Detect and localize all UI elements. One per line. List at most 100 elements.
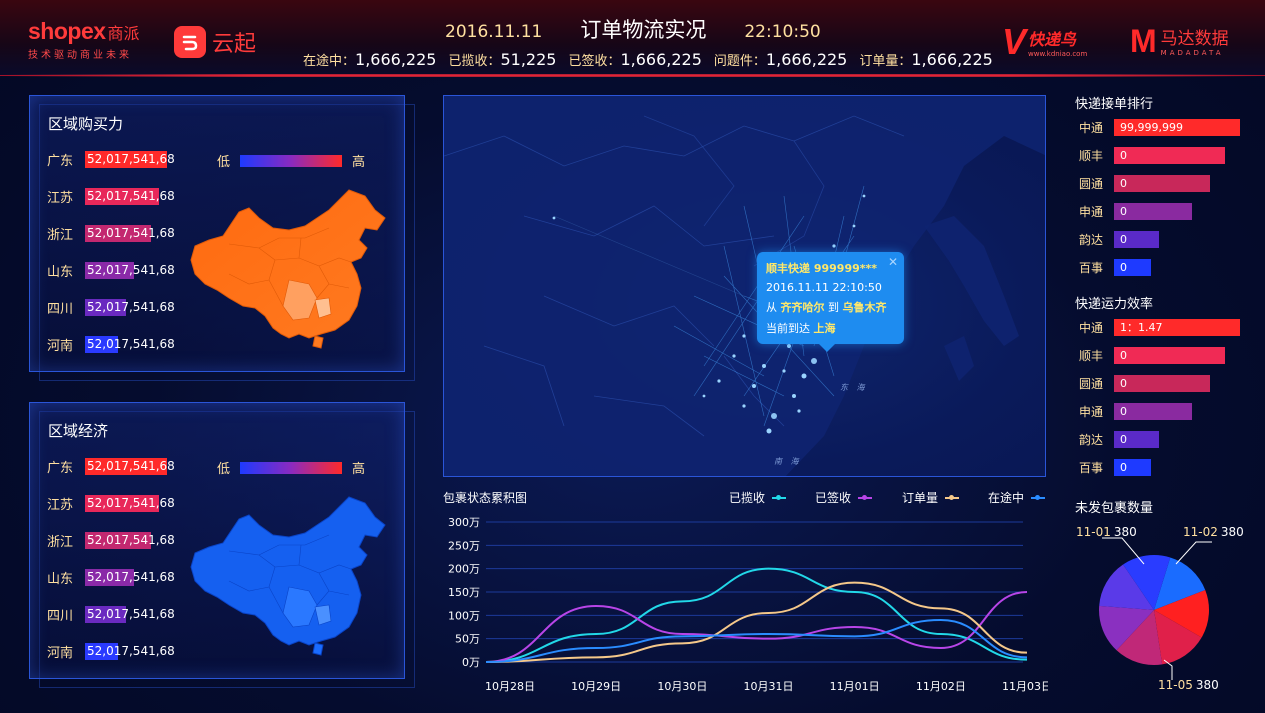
courier-row[interactable]: 顺丰 0 [1079, 347, 1225, 364]
courier-row[interactable]: 申通 0 [1079, 403, 1192, 420]
province-name: 广东 [47, 154, 74, 169]
province-bar: 52,017,541,68 [85, 336, 175, 353]
purchase-legend: 低 高 [217, 154, 366, 170]
courier-row[interactable]: 百事 0 [1079, 459, 1151, 476]
province-rank-row[interactable]: 四川 52,017,541,68 [47, 299, 175, 317]
x-tick-label: 10月28日 [485, 680, 535, 693]
kdniao-logo-icon: V [1002, 21, 1027, 62]
courier-row[interactable]: 顺丰 0 [1079, 147, 1225, 164]
province-name: 四川 [47, 302, 74, 317]
province-rank-row[interactable]: 浙江 52,017,541,68 [47, 532, 175, 550]
stat-orders: 订单量：1,666,225 [859, 50, 993, 69]
legend-item[interactable]: 在途中 [988, 489, 1046, 506]
legend-swatch [858, 494, 873, 500]
courier-bar: 0 [1114, 403, 1192, 420]
province-value: 52,017,541,68 [87, 300, 175, 314]
pie-label: 11-02 380 [1183, 525, 1244, 539]
province-bar: 52,017,541,68 [85, 299, 175, 316]
kdniao-logo: V 快递鸟 www.kdniao.com [1002, 21, 1088, 62]
province-value: 52,017,541,68 [87, 570, 175, 584]
province-rank-row[interactable]: 江苏 52,017,541,68 [47, 495, 175, 513]
shopex-slogan: 技术驱动商业未来 [28, 50, 132, 61]
courier-row[interactable]: 中通 1：1.47 [1079, 319, 1240, 336]
y-tick-label: 250万 [448, 539, 480, 552]
province-bar: 52,017,541,68 [85, 569, 175, 586]
legend-swatch [772, 494, 787, 500]
province-bar: 52,017,541,68 [85, 225, 175, 242]
legend-item[interactable]: 已签收 [815, 489, 873, 506]
legend-item[interactable]: 已揽收 [729, 489, 787, 506]
courier-bar: 0 [1114, 375, 1210, 392]
map-canvas [444, 96, 1045, 476]
province-value: 52,017,541,68 [87, 459, 175, 473]
courier-row[interactable]: 申通 0 [1079, 203, 1192, 220]
series-line[interactable] [485, 618, 1028, 663]
purchase-china-map[interactable] [189, 188, 387, 353]
legend-item[interactable]: 订单量 [902, 489, 960, 506]
economy-china-map[interactable] [189, 495, 387, 660]
province-rank-row[interactable]: 山东 52,017,541,68 [47, 569, 175, 587]
province-name: 江苏 [47, 498, 74, 513]
courier-bar: 0 [1114, 347, 1225, 364]
province-value: 52,017,541,68 [87, 496, 175, 510]
courier-bar: 0 [1114, 231, 1159, 248]
province-bar: 52,017,541,68 [85, 495, 175, 512]
courier-bar: 0 [1114, 175, 1210, 192]
province-value: 52,017,541,68 [87, 189, 175, 203]
courier-row[interactable]: 韵达 0 [1079, 231, 1159, 248]
courier-row[interactable]: 中通 99,999,999 [1079, 119, 1240, 136]
courier-name: 韵达 [1079, 433, 1104, 447]
shopex-logo: shopex 商派 技术驱动商业未来 [28, 18, 140, 61]
courier-rank-title: 快递接单排行 [1075, 97, 1154, 112]
province-name: 河南 [47, 646, 74, 661]
legend-gradient [240, 154, 343, 167]
x-tick-label: 11月03日 [1002, 680, 1048, 693]
y-tick-label: 300万 [448, 516, 480, 529]
unsent-pie-chart[interactable] [1072, 520, 1262, 700]
logistics-map[interactable]: 东 海 南 海 [443, 95, 1046, 477]
unsent-title: 未发包裹数量 [1075, 501, 1154, 516]
legend-swatch [1031, 494, 1046, 500]
province-value: 52,017,541,68 [87, 533, 175, 547]
header-stats: 在途中：1,666,225 已揽收：51,225 已签收：1,666,225 问… [303, 50, 1005, 69]
courier-bar: 0 [1114, 203, 1192, 220]
province-rank-row[interactable]: 浙江 52,017,541,68 [47, 225, 175, 243]
y-tick-label: 200万 [448, 563, 480, 576]
province-value: 52,017,541,68 [87, 152, 175, 166]
stat-delivered: 已签收：1,666,225 [568, 50, 702, 69]
province-rank-row[interactable]: 河南 52,017,541,68 [47, 643, 175, 661]
courier-row[interactable]: 韵达 0 [1079, 431, 1159, 448]
series-line[interactable] [485, 591, 1028, 663]
province-bar: 52,017,541,68 [85, 188, 175, 205]
courier-name: 顺丰 [1079, 149, 1104, 163]
shopex-logo-cn: 商派 [107, 24, 140, 43]
y-tick-label: 50万 [455, 633, 480, 646]
courier-row[interactable]: 百事 0 [1079, 259, 1151, 276]
province-bar: 52,017,541,68 [85, 532, 175, 549]
courier-name: 百事 [1079, 461, 1104, 475]
province-rank-row[interactable]: 广东 52,017,541,68 [47, 458, 175, 476]
courier-row[interactable]: 圆通 0 [1079, 375, 1210, 392]
province-value: 52,017,541,68 [87, 337, 175, 351]
province-value: 52,017,541,68 [87, 607, 175, 621]
y-tick-label: 100万 [448, 609, 480, 622]
province-rank-row[interactable]: 广东 52,017,541,68 [47, 151, 175, 169]
tooltip-time: 2016.11.11 22:10:50 [766, 281, 882, 294]
courier-name: 圆通 [1079, 377, 1104, 391]
stat-in-transit: 在途中：1,666,225 [303, 50, 437, 69]
x-tick-label: 11月02日 [916, 680, 966, 693]
panel-title: 区域经济 [48, 422, 109, 440]
province-value: 52,017,541,68 [87, 226, 175, 240]
header-date: 2016.11.11 [445, 22, 543, 42]
courier-bar: 1：1.47 [1114, 319, 1240, 336]
province-rank-row[interactable]: 江苏 52,017,541,68 [47, 188, 175, 206]
madadata-logo: M 马达数据 MADADATA [1130, 22, 1229, 59]
courier-name: 申通 [1079, 205, 1104, 219]
close-icon[interactable]: ✕ [888, 255, 898, 269]
province-rank-row[interactable]: 山东 52,017,541,68 [47, 262, 175, 280]
package-status-chart[interactable]: 0万 50万 100万 150万 200万 250万 300万 10月28日 10月29日 10月… [443, 510, 1048, 700]
province-rank-row[interactable]: 四川 52,017,541,68 [47, 606, 175, 624]
province-rank-row[interactable]: 河南 52,017,541,68 [47, 336, 175, 354]
courier-bar: 0 [1114, 259, 1151, 276]
courier-row[interactable]: 圆通 0 [1079, 175, 1210, 192]
